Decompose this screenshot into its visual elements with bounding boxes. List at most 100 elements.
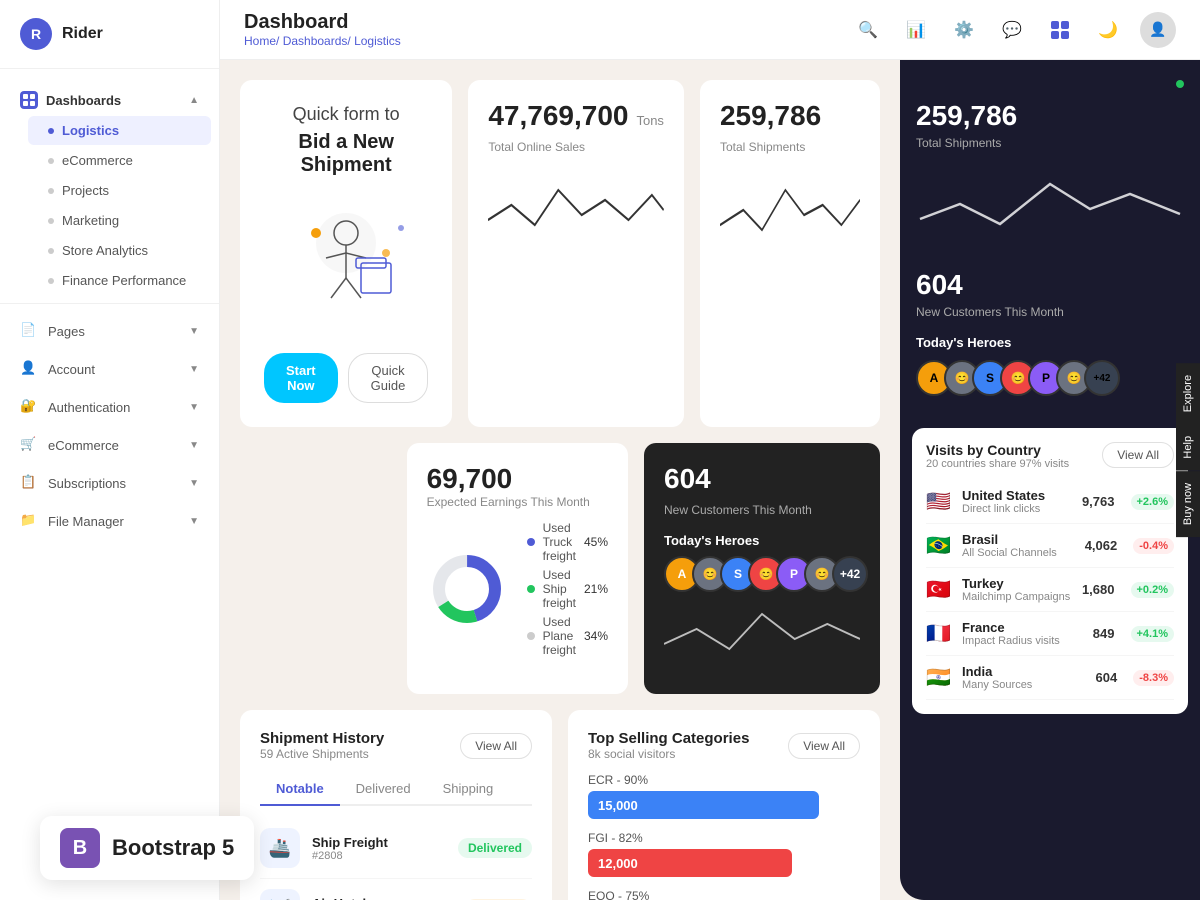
tab-shipping[interactable]: Shipping <box>427 773 510 806</box>
donut-chart-area: Used Truck freight 45% Used Ship freight… <box>427 521 608 657</box>
chevron-down-icon: ▼ <box>189 478 199 489</box>
country-change: +0.2% <box>1131 582 1175 598</box>
side-tab-explore[interactable]: Explore <box>1176 363 1200 424</box>
total-shipments-card: 259,786 Total Shipments <box>700 80 880 427</box>
categories-view-all[interactable]: View All <box>788 733 860 759</box>
theme-icon[interactable]: 🌙 <box>1092 14 1124 46</box>
side-tab-help[interactable]: Help <box>1176 424 1200 471</box>
sidebar-item-finance-performance[interactable]: Finance Performance <box>28 266 211 295</box>
nav-dot <box>48 128 54 134</box>
donut-legend: Used Truck freight 45% Used Ship freight… <box>527 521 608 657</box>
heroes-label: Today's Heroes <box>664 533 860 548</box>
country-value: 4,062 <box>1085 538 1118 553</box>
sidebar-top-ecommerce2[interactable]: 🛒eCommerce▼ <box>0 426 219 464</box>
search-icon[interactable]: 🔍 <box>852 14 884 46</box>
grid-view-icon[interactable] <box>1044 14 1076 46</box>
country-item: 🇹🇷 Turkey Mailchimp Campaigns 1,680 +0.2… <box>926 568 1174 612</box>
page-title: Dashboard <box>244 11 401 34</box>
country-value: 849 <box>1093 626 1115 641</box>
visits-subtitle: 20 countries share 97% visits <box>926 458 1069 470</box>
chart-icon[interactable]: 📊 <box>900 14 932 46</box>
country-flag: 🇹🇷 <box>926 580 952 600</box>
separator <box>0 303 219 304</box>
country-value: 9,763 <box>1082 494 1115 509</box>
promo-illustration <box>266 203 426 333</box>
country-item: 🇮🇳 India Many Sources 604 -8.3% <box>926 656 1174 700</box>
right-big-label: Total Shipments <box>916 136 1184 150</box>
bottom-cards-row: Shipment History 59 Active Shipments Vie… <box>240 710 880 900</box>
country-flag: 🇺🇸 <box>926 492 952 512</box>
nav-dot <box>48 278 54 284</box>
chevron-down-icon: ▼ <box>189 326 199 337</box>
main-area: Dashboard Home/ Dashboards/ Logistics 🔍 … <box>220 0 1200 900</box>
sidebar-item-projects[interactable]: Projects <box>28 176 211 205</box>
tab-notable[interactable]: Notable <box>260 773 340 806</box>
start-now-button[interactable]: Start Now <box>264 353 338 403</box>
user-avatar[interactable]: 👤 <box>1140 12 1176 48</box>
right-big-number: 259,786 <box>916 100 1184 132</box>
total-sales-card: 47,769,700 Tons Total Online Sales <box>468 80 684 427</box>
promo-title: Quick form to <box>293 104 400 125</box>
settings-icon[interactable]: ⚙️ <box>948 14 980 46</box>
chevron-down-icon: ▼ <box>189 440 199 451</box>
ship-dot <box>527 585 535 593</box>
shipment-title: Shipment History <box>260 730 384 747</box>
promo-subtitle: Bid a New Shipment <box>264 131 428 177</box>
donut-chart <box>427 549 507 629</box>
sidebar-item-marketing[interactable]: Marketing <box>28 206 211 235</box>
categories-bars: ECR - 90% 15,000 FGI - 82% 12,000 EOQ - … <box>588 773 860 900</box>
customers-chart <box>664 604 860 674</box>
country-flag: 🇫🇷 <box>926 624 952 644</box>
customers-label: New Customers This Month <box>664 503 860 517</box>
sidebar-top-authentication[interactable]: 🔐Authentication▼ <box>0 388 219 426</box>
bar-item: EOQ - 75% 10,000 <box>588 889 860 900</box>
truck-dot <box>527 538 535 546</box>
sidebar-logo[interactable]: R Rider <box>0 0 219 69</box>
content-area: Quick form to Bid a New Shipment <box>220 60 1200 900</box>
country-flag: 🇧🇷 <box>926 536 952 556</box>
sidebar-top-subscriptions[interactable]: 📋Subscriptions▼ <box>0 464 219 502</box>
tab-delivered[interactable]: Delivered <box>340 773 427 806</box>
customers-value: 604 <box>664 463 860 495</box>
right-hero-extra: +42 <box>1084 360 1120 396</box>
dashboards-section[interactable]: Dashboards ▲ <box>0 81 219 115</box>
categories-card: Top Selling Categories 8k social visitor… <box>568 710 880 900</box>
topbar: Dashboard Home/ Dashboards/ Logistics 🔍 … <box>220 0 1200 60</box>
right-dot <box>1176 80 1184 88</box>
total-sales-label: Total Online Sales <box>488 140 664 154</box>
visits-view-all[interactable]: View All <box>1102 442 1174 468</box>
chevron-down-icon: ▼ <box>189 402 199 413</box>
quick-guide-button[interactable]: Quick Guide <box>348 353 429 403</box>
categories-header: Top Selling Categories 8k social visitor… <box>588 730 860 761</box>
promo-buttons: Start Now Quick Guide <box>264 353 428 403</box>
plane-dot <box>527 632 535 640</box>
right-heroes-avatars: A 😊 S 😊 P 😊 +42 <box>916 360 1184 396</box>
shipment-header: Shipment History 59 Active Shipments Vie… <box>260 730 532 761</box>
shipment-view-all[interactable]: View All <box>460 733 532 759</box>
sidebar-top-pages[interactable]: 📄Pages▼ <box>0 312 219 350</box>
app-name: Rider <box>62 25 103 43</box>
sidebar-item-logistics[interactable]: Logistics <box>28 116 211 145</box>
sidebar-items: LogisticseCommerceProjectsMarketingStore… <box>0 116 219 295</box>
total-sales-unit: Tons <box>636 113 663 128</box>
ship-status-1: Delivered <box>458 838 532 858</box>
categories-title: Top Selling Categories <box>588 730 749 747</box>
bootstrap-badge: B Bootstrap 5 <box>40 816 254 880</box>
right-panel: 259,786 Total Shipments 604 New Customer… <box>900 60 1200 900</box>
sidebar-top-account[interactable]: 👤Account▼ <box>0 350 219 388</box>
messages-icon[interactable]: 💬 <box>996 14 1028 46</box>
total-sales-value: 47,769,700 <box>488 100 628 132</box>
dashboard-icon <box>20 91 38 109</box>
side-tab-buy[interactable]: Buy now <box>1176 471 1200 537</box>
sidebar-top-items: 📄Pages▼👤Account▼🔐Authentication▼🛒eCommer… <box>0 312 219 540</box>
ship-icon-1: 🚢 <box>260 828 300 868</box>
earnings-label: Expected Earnings This Month <box>427 495 608 509</box>
sidebar-item-store-analytics[interactable]: Store Analytics <box>28 236 211 265</box>
content-main: Quick form to Bid a New Shipment <box>220 60 900 900</box>
sidebar-item-ecommerce[interactable]: eCommerce <box>28 146 211 175</box>
country-item: 🇺🇸 United States Direct link clicks 9,76… <box>926 480 1174 524</box>
side-tabs: Explore Help Buy now <box>1176 363 1200 537</box>
second-cards-row: 69,700 Expected Earnings This Month <box>240 443 880 694</box>
shipment-subtitle: 59 Active Shipments <box>260 747 384 761</box>
sidebar-top-file-manager[interactable]: 📁File Manager▼ <box>0 502 219 540</box>
